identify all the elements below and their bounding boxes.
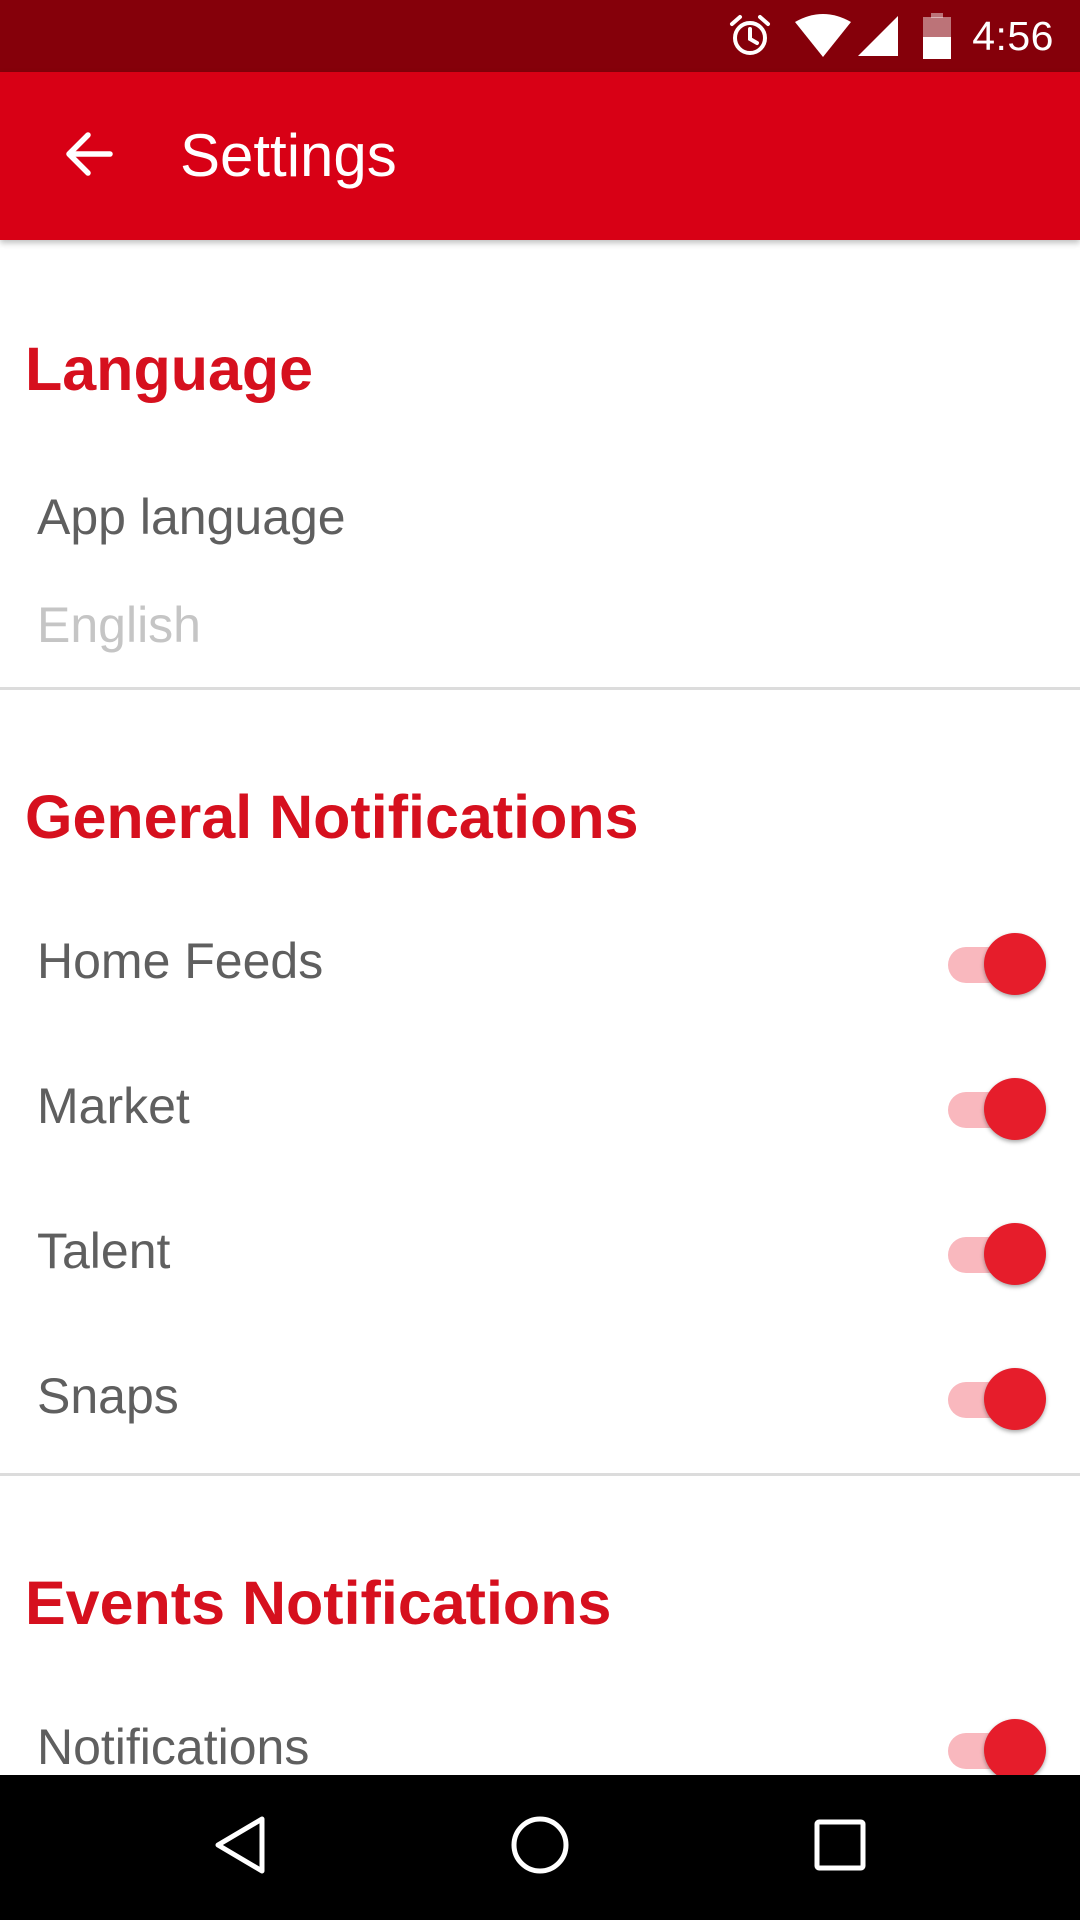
nav-home-button[interactable] [490, 1797, 590, 1897]
page-title: Settings [180, 122, 397, 189]
arrow-left-icon [62, 128, 114, 185]
clock-time: 4:56 [972, 12, 1054, 59]
nav-back-button[interactable] [190, 1797, 290, 1897]
home-feeds-toggle[interactable] [948, 932, 1048, 998]
switch-thumb [984, 1368, 1046, 1430]
recents-square-icon [813, 1818, 867, 1877]
alarm-icon [728, 14, 772, 58]
talent-label: Talent [37, 1223, 171, 1279]
wifi-icon [794, 14, 852, 58]
status-bar: 4:56 [0, 0, 1080, 72]
app-language-value: English [37, 597, 201, 653]
home-feeds-label: Home Feeds [37, 933, 324, 989]
home-circle-icon [510, 1815, 570, 1880]
section-header-general-notifications: General Notifications [25, 783, 639, 851]
section-header-events-notifications: Events Notifications [25, 1569, 612, 1637]
switch-thumb [984, 1078, 1046, 1140]
app-bar: Settings [0, 72, 1080, 240]
notifications-toggle[interactable] [948, 1718, 1048, 1775]
talent-toggle[interactable] [948, 1222, 1048, 1288]
notifications-label: Notifications [37, 1719, 310, 1775]
snaps-toggle[interactable] [948, 1367, 1048, 1433]
switch-thumb [984, 933, 1046, 995]
snaps-label: Snaps [37, 1368, 179, 1424]
cell-signal-icon [856, 14, 900, 58]
switch-thumb [984, 1223, 1046, 1285]
navigation-bar [0, 1775, 1080, 1920]
market-toggle[interactable] [948, 1077, 1048, 1143]
app-language-title: App language [37, 489, 346, 545]
battery-icon [922, 13, 952, 59]
market-label: Market [37, 1078, 190, 1134]
divider [0, 687, 1080, 690]
settings-list[interactable]: Language App language English General No… [0, 240, 1080, 1775]
back-triangle-icon [210, 1814, 270, 1881]
section-header-language: Language [25, 335, 314, 403]
divider [0, 1473, 1080, 1476]
switch-thumb [984, 1719, 1046, 1775]
nav-recents-button[interactable] [790, 1797, 890, 1897]
back-button[interactable] [44, 112, 132, 200]
